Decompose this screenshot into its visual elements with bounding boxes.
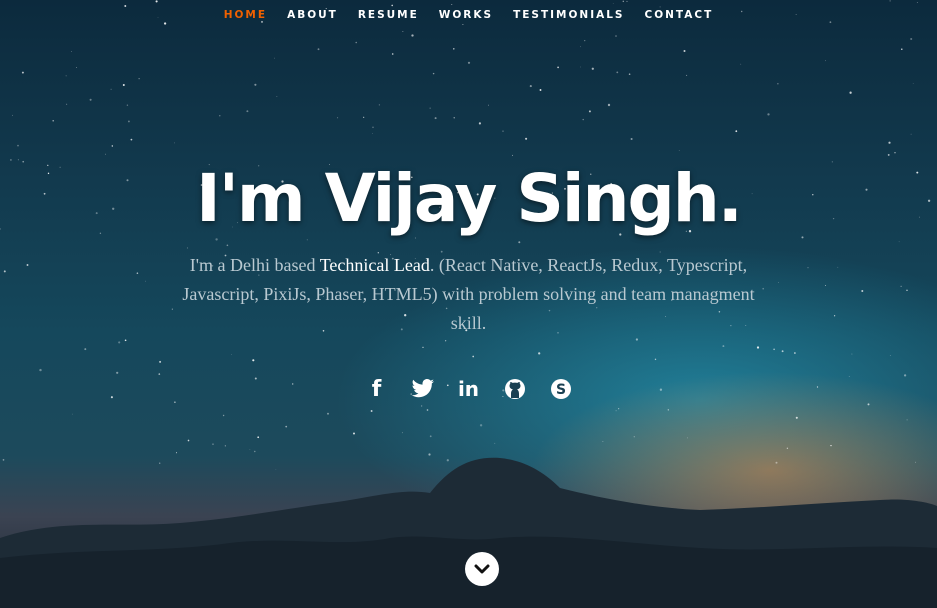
nav-resume[interactable]: RESUME: [358, 9, 419, 21]
scroll-down-button[interactable]: [465, 552, 499, 586]
hero-intro: I'm a Delhi based Technical Lead. (React…: [169, 251, 769, 338]
mountain-silhouette: [0, 457, 937, 608]
github-icon[interactable]: [500, 374, 530, 404]
social-links: f in S: [0, 374, 937, 404]
nav-about[interactable]: ABOUT: [287, 9, 338, 21]
facebook-icon[interactable]: f: [362, 374, 392, 404]
svg-text:S: S: [555, 382, 565, 398]
nav-contact[interactable]: CONTACT: [645, 9, 714, 21]
chevron-down-icon: [474, 564, 490, 574]
linkedin-icon[interactable]: in: [454, 374, 484, 404]
intro-text-pre: I'm a Delhi based: [189, 255, 320, 275]
skype-icon[interactable]: S: [546, 374, 576, 404]
main-nav: HOME ABOUT RESUME WORKS TESTIMONIALS CON…: [0, 0, 937, 30]
intro-highlight: Technical Lead: [319, 255, 430, 275]
nav-home[interactable]: HOME: [224, 9, 267, 21]
nav-works[interactable]: WORKS: [439, 9, 493, 21]
twitter-icon[interactable]: [408, 374, 438, 404]
nav-testimonials[interactable]: TESTIMONIALS: [513, 9, 624, 21]
hero-section: I'm Vijay Singh. I'm a Delhi based Techn…: [0, 160, 937, 338]
hero-title: I'm Vijay Singh.: [196, 160, 743, 237]
